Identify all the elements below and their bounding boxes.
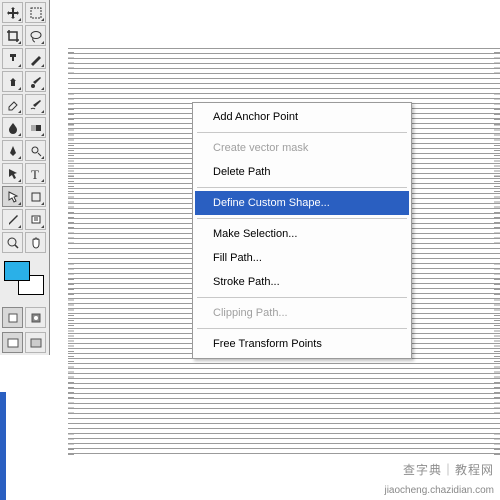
blur-tool[interactable] [2, 117, 23, 138]
move-tool[interactable] [2, 2, 23, 23]
watermark-text: 查字典｜教程网 [403, 461, 494, 478]
window-border [0, 392, 6, 500]
menu-item-define-custom-shape[interactable]: Define Custom Shape... [195, 191, 409, 215]
menu-separator [197, 187, 407, 188]
path-selection-tool[interactable] [2, 163, 23, 184]
menu-item-add-anchor-point[interactable]: Add Anchor Point [195, 105, 409, 129]
menu-item-clipping-path: Clipping Path... [195, 301, 409, 325]
menu-separator [197, 218, 407, 219]
gradient-tool[interactable] [25, 117, 46, 138]
zoom-tool[interactable] [2, 232, 23, 253]
footer-url: jiaocheng.chazidian.com [384, 485, 494, 496]
menu-item-free-transform-points[interactable]: Free Transform Points [195, 332, 409, 356]
menu-item-delete-path[interactable]: Delete Path [195, 160, 409, 184]
slice-tool[interactable] [25, 48, 46, 69]
menu-item-stroke-path[interactable]: Stroke Path... [195, 270, 409, 294]
foreground-color[interactable] [4, 261, 30, 281]
menu-separator [197, 328, 407, 329]
hand-tool[interactable] [25, 232, 46, 253]
marquee-tool[interactable] [25, 2, 46, 23]
eraser-tool[interactable] [2, 94, 23, 115]
crop-tool[interactable] [2, 25, 23, 46]
menu-separator [197, 132, 407, 133]
menu-item-make-selection[interactable]: Make Selection... [195, 222, 409, 246]
healing-brush-tool[interactable] [2, 48, 23, 69]
shape-tool[interactable] [25, 186, 46, 207]
menu-item-fill-path[interactable]: Fill Path... [195, 246, 409, 270]
toolbox: T [0, 0, 50, 355]
dodge-tool[interactable] [25, 140, 46, 161]
standard-mode[interactable] [2, 307, 23, 328]
screen-full-menu[interactable] [25, 332, 46, 353]
brush-tool[interactable] [25, 71, 46, 92]
direct-selection-tool[interactable] [2, 186, 23, 207]
svg-text:T: T [31, 167, 39, 181]
menu-separator [197, 297, 407, 298]
color-swatches[interactable] [2, 259, 47, 303]
screen-standard[interactable] [2, 332, 23, 353]
lasso-tool[interactable] [25, 25, 46, 46]
paths-context-menu: Add Anchor Point Create vector maskDelete… [192, 102, 412, 359]
clone-stamp-tool[interactable] [2, 71, 23, 92]
menu-item-create-vector-mask: Create vector mask [195, 136, 409, 160]
notes-tool[interactable] [25, 209, 46, 230]
type-tool[interactable]: T [25, 163, 46, 184]
history-brush-tool[interactable] [25, 94, 46, 115]
pen-tool[interactable] [2, 140, 23, 161]
quick-mask-mode[interactable] [25, 307, 46, 328]
eyedropper-tool[interactable] [2, 209, 23, 230]
